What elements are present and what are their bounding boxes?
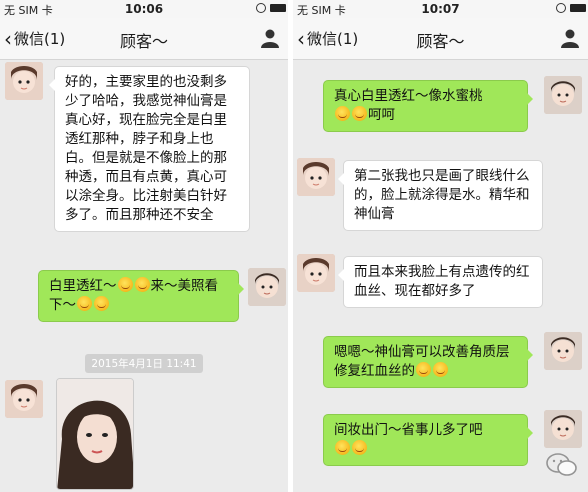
smiley-emoji-icon [77, 296, 92, 311]
status-bar: 无 SIM 卡 10:07 [293, 0, 588, 18]
chat-title: 顾客～ [119, 32, 168, 51]
message-text: 真心白里透红～像水蜜桃 [334, 88, 483, 104]
message-text: 间妆出门～省事儿多了吧 [334, 422, 483, 438]
message-received[interactable]: 好的，主要家里的也没剩多少了哈哈，我感觉神仙膏是真心好，现在脸完全是白里透红那种… [49, 66, 250, 232]
smiley-emoji-icon [352, 440, 367, 455]
chat-title: 顾客～ [416, 32, 465, 51]
message-text: 呵呵 [368, 107, 395, 123]
battery-icon [570, 4, 586, 12]
message-sent[interactable]: 嗯嗯～神仙膏可以改善角质层修复红血丝的 [323, 336, 533, 388]
chat-screen-left: 无 SIM 卡 10:06 ‹ 微信(1) 顾客～ 好的，主要家里的也没剩多少了… [0, 0, 288, 492]
my-avatar[interactable] [248, 268, 286, 306]
my-avatar[interactable] [544, 332, 582, 370]
smiley-emoji-icon [335, 440, 350, 455]
message-text: 白里透红～ [49, 278, 117, 294]
smiley-emoji-icon [352, 106, 367, 121]
my-avatar[interactable] [544, 410, 582, 448]
message-sent[interactable]: 间妆出门～省事儿多了吧 [323, 414, 533, 466]
message-text: 好的，主要家里的也没剩多少了哈哈，我感觉神仙膏是真心好，现在脸完全是白里透红那种… [65, 74, 227, 223]
smiley-emoji-icon [335, 106, 350, 121]
clock: 10:07 [421, 2, 460, 16]
smiley-emoji-icon [134, 277, 150, 292]
nav-bar: ‹ 微信(1) 顾客～ [0, 18, 288, 60]
photo-message[interactable] [56, 378, 134, 490]
timestamp-label: 2015年4月1日 11:41 [85, 354, 203, 373]
contact-avatar[interactable] [5, 380, 43, 418]
smiley-emoji-icon [433, 362, 448, 377]
smiley-emoji-icon [416, 362, 431, 377]
chat-screen-right: 无 SIM 卡 10:07 ‹ 微信(1) 顾客～ 真心白里透红～像水蜜桃 呵呵 … [293, 0, 588, 492]
contact-avatar[interactable] [297, 158, 335, 196]
battery-icon [270, 4, 286, 12]
message-received[interactable]: 而且本来我脸上有点遗传的红血丝、现在都好多了 [338, 256, 543, 308]
timestamp: 2015年4月1日 11:41 [0, 352, 288, 373]
smiley-emoji-icon [117, 277, 133, 292]
message-text: 而且本来我脸上有点遗传的红血丝、现在都好多了 [354, 264, 530, 299]
smiley-emoji-icon [94, 296, 109, 311]
rotation-lock-icon [256, 3, 266, 13]
nav-bar: ‹ 微信(1) 顾客～ [293, 18, 588, 60]
status-bar: 无 SIM 卡 10:06 [0, 0, 288, 18]
contact-info-icon[interactable] [560, 28, 580, 48]
wechat-watermark-icon [546, 452, 578, 478]
contact-avatar[interactable] [5, 62, 43, 100]
message-text: 第二张我也只是画了眼线什么的，脸上就涂得是水。精华和神仙膏 [354, 168, 530, 222]
clock: 10:06 [124, 2, 164, 16]
contact-info-icon[interactable] [260, 28, 280, 48]
my-avatar[interactable] [544, 76, 582, 114]
message-sent[interactable]: 白里透红～ 来～美照看下～ [38, 270, 244, 322]
contact-avatar[interactable] [297, 254, 335, 292]
message-received[interactable]: 第二张我也只是画了眼线什么的，脸上就涂得是水。精华和神仙膏 [338, 160, 543, 231]
rotation-lock-icon [556, 3, 566, 13]
message-sent[interactable]: 真心白里透红～像水蜜桃呵呵 [323, 80, 533, 132]
